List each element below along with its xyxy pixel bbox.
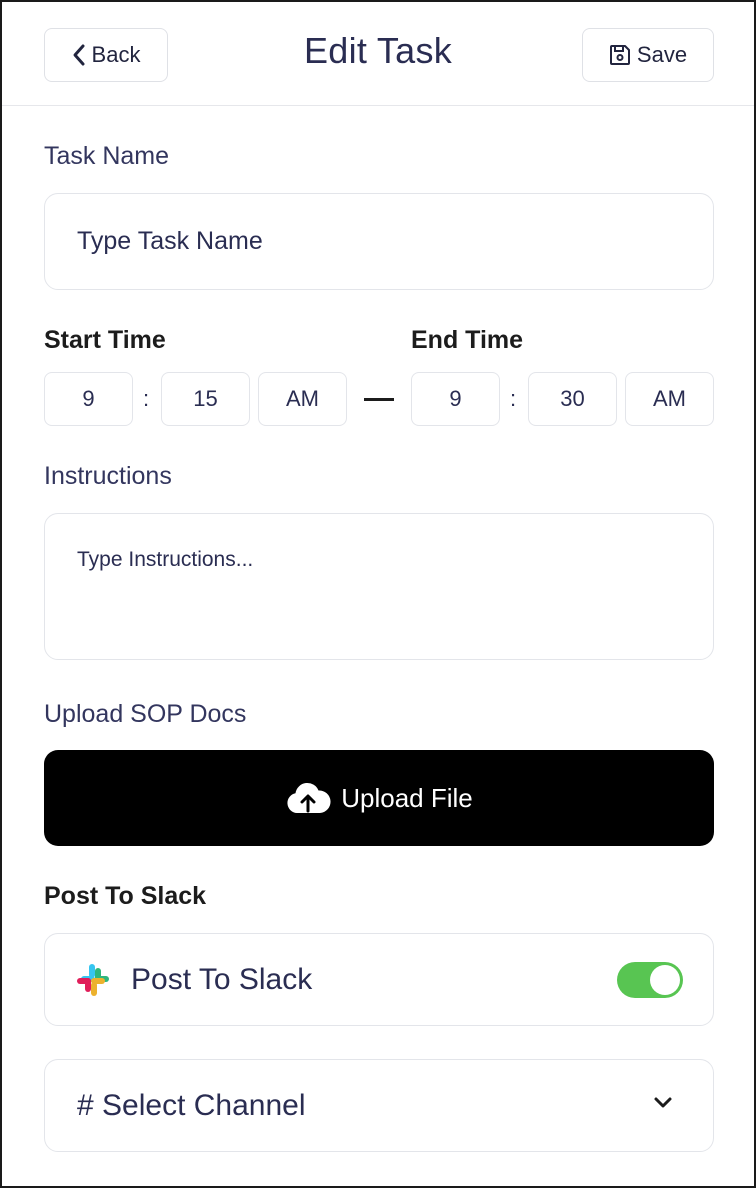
instructions-label: Instructions: [44, 462, 172, 490]
upload-file-button[interactable]: Upload File: [44, 750, 714, 846]
task-name-input[interactable]: Type Task Name: [44, 193, 714, 290]
edit-task-screen: Back Edit Task Save Task Name Type Task …: [0, 0, 756, 1188]
start-time-label: Start Time: [44, 326, 166, 354]
post-to-slack-toggle-label: Post To Slack: [131, 962, 313, 996]
post-to-slack-toggle[interactable]: [617, 962, 683, 998]
slack-icon: [77, 963, 109, 996]
select-channel-dropdown[interactable]: # Select Channel: [44, 1059, 714, 1152]
end-hour-input[interactable]: 9: [411, 372, 500, 426]
start-time-colon: :: [143, 386, 150, 411]
start-period-select[interactable]: AM: [258, 372, 347, 426]
toggle-knob: [650, 965, 680, 995]
upload-sop-label: Upload SOP Docs: [44, 700, 247, 728]
end-time-colon: :: [510, 386, 517, 411]
cloud-upload-icon: [287, 782, 331, 813]
end-time-label: End Time: [411, 326, 524, 354]
time-range-dash: [364, 398, 394, 401]
end-minute-input[interactable]: 30: [528, 372, 617, 426]
end-period-select[interactable]: AM: [625, 372, 714, 426]
instructions-placeholder: Type Instructions...: [77, 548, 254, 571]
start-minute-input[interactable]: 15: [161, 372, 250, 426]
select-channel-placeholder: # Select Channel: [77, 1088, 306, 1122]
start-hour-input[interactable]: 9: [44, 372, 133, 426]
post-to-slack-section-label: Post To Slack: [44, 882, 207, 910]
floppy-disk-icon: [609, 45, 630, 65]
task-name-label: Task Name: [44, 142, 170, 170]
header: Back Edit Task Save: [2, 2, 754, 106]
post-to-slack-row: Post To Slack: [44, 933, 714, 1026]
save-button[interactable]: Save: [582, 28, 714, 82]
instructions-textarea[interactable]: Type Instructions...: [44, 513, 714, 660]
save-label: Save: [636, 42, 688, 67]
chevron-down-icon: [654, 1097, 672, 1108]
upload-file-label: Upload File: [341, 782, 473, 813]
task-name-placeholder: Type Task Name: [77, 227, 263, 255]
